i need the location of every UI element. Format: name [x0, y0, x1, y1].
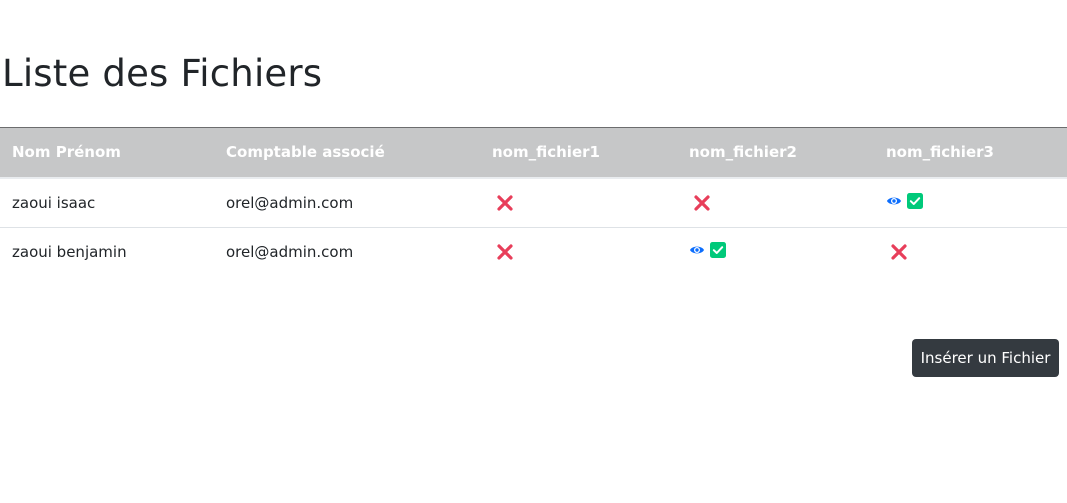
- column-header-file2: nom_fichier2: [677, 127, 874, 179]
- cell-file2: [677, 227, 874, 276]
- page-title: Liste des Fichiers: [2, 52, 323, 95]
- check-square-icon: [710, 241, 726, 258]
- table-row: zaoui benjamin orel@admin.com: [0, 227, 1067, 276]
- x-mark-icon: [494, 192, 516, 214]
- cell-file2: [677, 177, 874, 228]
- column-header-file3: nom_fichier3: [874, 127, 1067, 179]
- x-mark-icon: [691, 192, 713, 214]
- check-square-icon: [907, 192, 923, 209]
- x-mark-icon: [494, 241, 516, 263]
- cell-accountant: orel@admin.com: [226, 242, 354, 261]
- cell-file1: [480, 227, 677, 276]
- cell-file1: [480, 177, 677, 228]
- cell-accountant: orel@admin.com: [214, 177, 480, 228]
- insert-file-button[interactable]: Insérer un Fichier: [912, 339, 1059, 377]
- column-header-accountant: Comptable associé: [214, 127, 480, 179]
- cell-file3: [874, 177, 1067, 228]
- table-row: zaoui isaac orel@admin.com: [0, 177, 1067, 228]
- column-header-file1: nom_fichier1: [480, 127, 677, 179]
- cell-name: zaoui benjamin: [12, 242, 127, 261]
- table-header-row: Nom Prénom Comptable associé nom_fichier…: [0, 127, 1067, 179]
- column-header-name: Nom Prénom: [0, 127, 214, 179]
- cell-file3: [874, 227, 1067, 276]
- cell-name: zaoui isaac: [0, 177, 214, 228]
- eye-icon[interactable]: [689, 242, 705, 258]
- eye-icon[interactable]: [886, 193, 902, 209]
- files-table: Nom Prénom Comptable associé nom_fichier…: [0, 127, 1067, 276]
- x-mark-icon: [888, 241, 910, 263]
